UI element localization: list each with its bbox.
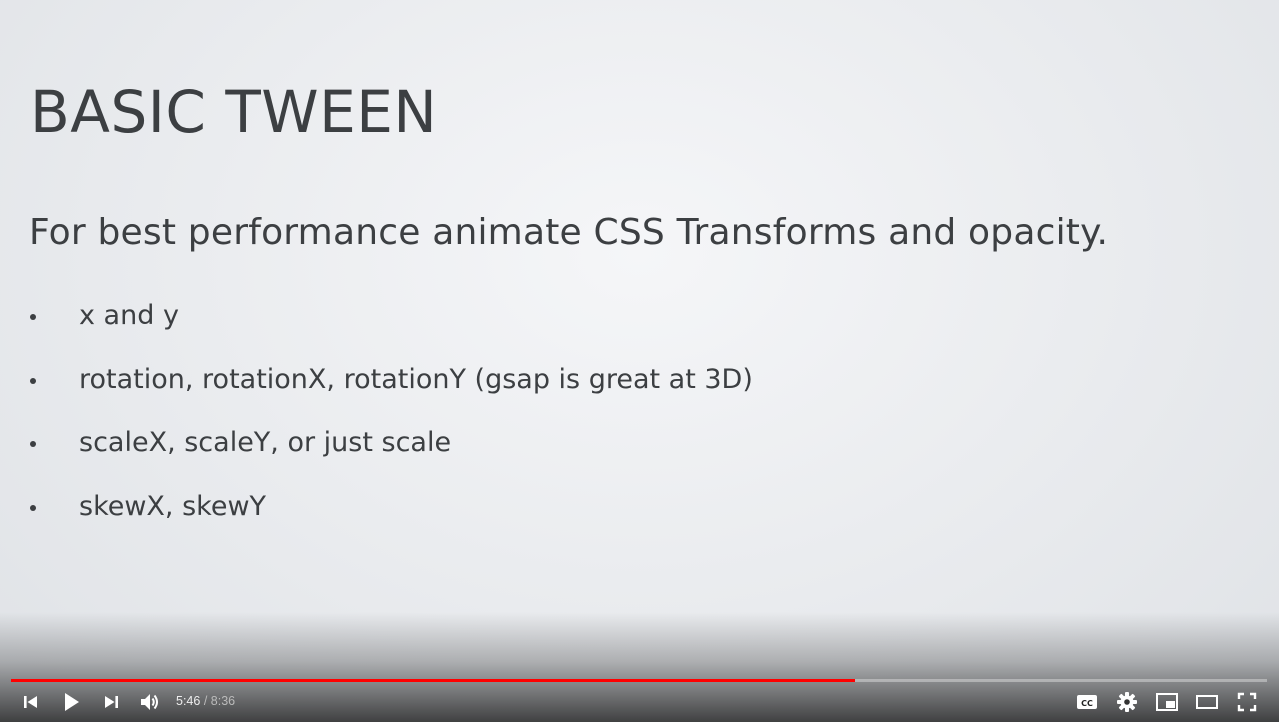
theater-mode-icon [1196,695,1218,709]
progress-bar[interactable] [11,679,1267,682]
slide-title: BASIC TWEEN [30,78,438,146]
bullet-dot [30,314,36,320]
next-button[interactable] [99,690,123,714]
miniplayer-button[interactable] [1155,690,1179,714]
bullet-text: skewX, skewY [79,490,267,522]
skip-previous-icon [24,696,37,708]
svg-text:CC: CC [1081,699,1093,708]
slide-subtitle: For best performance animate CSS Transfo… [29,212,1109,253]
bullet-text: scaleX, scaleY, or just scale [79,427,452,458]
settings-button[interactable] [1115,690,1139,714]
play-icon [65,693,79,711]
bullet-dot [30,377,36,384]
skip-next-icon [105,696,118,708]
gear-icon [1117,692,1137,712]
fullscreen-icon [1237,692,1257,712]
closed-captions-icon: CC [1077,695,1097,709]
time-separator: / [203,694,208,708]
previous-button[interactable] [19,690,43,714]
theater-mode-button[interactable] [1195,690,1219,714]
volume-icon [141,694,158,710]
bullet-dot [30,441,36,447]
miniplayer-icon [1156,693,1178,711]
volume-button[interactable] [138,690,162,714]
fullscreen-button[interactable] [1235,690,1259,714]
play-button[interactable] [59,690,83,714]
bullet-text: x and y [79,300,179,331]
video-player[interactable]: BASIC TWEEN For best performance animate… [0,0,1279,722]
bullet-text: rotation, rotationX, rotationY (gsap is … [79,363,753,395]
progress-played [11,679,856,682]
current-time: 5:46 [176,694,201,708]
bullet-dot [30,504,36,511]
captions-button[interactable]: CC [1075,690,1099,714]
time-display: 5:46 / 8:36 [176,694,235,708]
duration: 8:36 [210,694,236,708]
